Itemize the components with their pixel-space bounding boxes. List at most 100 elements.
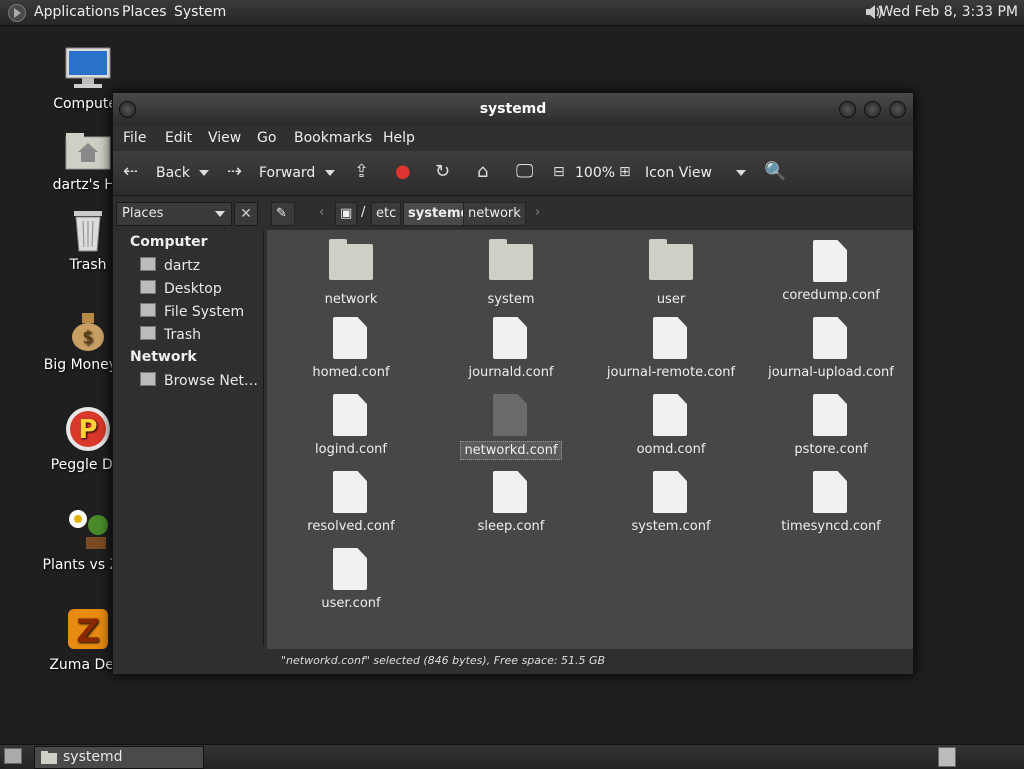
sidebar-item-label: Browse Net… <box>164 373 259 389</box>
edit-location-icon[interactable]: ✎ <box>271 202 295 226</box>
file-item[interactable]: user.conf <box>271 548 431 612</box>
clock[interactable]: Wed Feb 8, 3:33 PM <box>880 4 1018 20</box>
file-item[interactable]: journal-upload.conf <box>751 317 911 381</box>
file-name-label: coredump.conf <box>782 288 880 303</box>
file-item[interactable]: logind.conf <box>271 394 431 458</box>
sidebar: Computer dartz Desktop File System Trash… <box>113 230 264 646</box>
crumb-network[interactable]: network <box>463 202 526 226</box>
file-item[interactable]: system.conf <box>591 471 751 535</box>
zoom-in-icon[interactable]: ⊞ <box>619 163 631 181</box>
close-button[interactable] <box>889 101 906 118</box>
file-item[interactable]: timesyncd.conf <box>751 471 911 535</box>
sidebar-item-label: File System <box>164 304 245 320</box>
sidebar-item-trash[interactable]: Trash <box>140 326 201 343</box>
file-name-label: networkd.conf <box>460 441 562 460</box>
title-bar[interactable]: systemd <box>113 93 913 125</box>
home-folder-icon <box>64 125 112 173</box>
file-item[interactable]: homed.conf <box>271 317 431 381</box>
money-bag-icon: $ <box>64 305 112 353</box>
show-desktop-icon[interactable] <box>4 748 22 764</box>
folder-icon <box>649 239 693 286</box>
computer-icon <box>64 44 112 92</box>
crumb-root[interactable]: / <box>357 202 369 224</box>
search-icon[interactable]: 🔍 <box>764 163 786 181</box>
file-item[interactable]: journald.conf <box>431 317 591 381</box>
file-item[interactable]: networkd.conf <box>431 394 591 460</box>
computer-icon[interactable]: 🖵 <box>516 163 533 181</box>
file-name-label: user.conf <box>321 596 381 611</box>
close-icon[interactable]: ✕ <box>234 202 258 226</box>
sidebar-item-browse-network[interactable]: Browse Net… <box>140 372 258 389</box>
svg-text:P: P <box>78 415 97 445</box>
folder-icon <box>41 751 57 764</box>
places-combo[interactable]: Places <box>116 202 232 226</box>
up-icon[interactable]: ⇪ <box>354 163 369 181</box>
view-mode-select[interactable]: Icon View <box>645 165 712 181</box>
zoom-out-icon[interactable]: ⊟ <box>553 163 565 181</box>
forward-history-dropdown[interactable] <box>325 170 335 176</box>
places-menu[interactable]: Places <box>122 4 167 20</box>
sidebar-item-file-system[interactable]: File System <box>140 303 244 320</box>
file-name-label: homed.conf <box>312 365 390 380</box>
home-icon <box>140 257 156 271</box>
back-history-dropdown[interactable] <box>199 170 209 176</box>
desktop-icon <box>140 280 156 294</box>
sidebar-item-label: dartz <box>164 258 201 274</box>
file-name-label: system.conf <box>631 519 711 534</box>
file-view[interactable]: network system user coredump.conf homed.conf… <box>267 230 913 649</box>
system-menu[interactable]: System <box>174 4 226 20</box>
gnome-foot-icon[interactable] <box>8 4 26 22</box>
window-menu-button[interactable] <box>119 101 136 118</box>
folder-item[interactable]: system <box>431 239 591 308</box>
forward-button[interactable]: Forward <box>259 165 315 181</box>
top-panel: Applications Places System Wed Feb 8, 3:… <box>0 0 1024 26</box>
menu-edit[interactable]: Edit <box>165 130 192 146</box>
sidebar-item-dartz[interactable]: dartz <box>140 257 200 274</box>
sidebar-item-label: Desktop <box>164 281 222 297</box>
folder-item[interactable]: user <box>591 239 751 308</box>
back-arrow-icon[interactable]: ⇠ <box>123 163 138 181</box>
minimize-button[interactable] <box>839 101 856 118</box>
stop-icon[interactable]: ● <box>395 163 411 181</box>
maximize-button[interactable] <box>864 101 881 118</box>
file-item[interactable]: journal-remote.conf <box>591 317 751 381</box>
file-name-label: logind.conf <box>315 442 387 457</box>
document-icon <box>813 240 849 282</box>
document-icon <box>653 317 689 359</box>
file-item[interactable]: oomd.conf <box>591 394 751 458</box>
file-item[interactable]: coredump.conf <box>751 240 911 304</box>
applications-menu[interactable]: Applications <box>34 4 120 20</box>
file-name-label: journal-remote.conf <box>606 365 736 380</box>
file-item[interactable]: pstore.conf <box>751 394 911 458</box>
document-icon <box>493 394 529 436</box>
file-item[interactable]: sleep.conf <box>431 471 591 535</box>
document-icon <box>333 548 369 590</box>
crumb-right-arrow-icon[interactable]: › <box>531 202 544 224</box>
view-mode-dropdown[interactable] <box>736 170 746 176</box>
forward-arrow-icon[interactable]: ⇢ <box>227 163 242 181</box>
menu-help[interactable]: Help <box>383 130 415 146</box>
file-name-label: sleep.conf <box>477 519 545 534</box>
folder-icon <box>329 239 373 286</box>
sidebar-item-desktop[interactable]: Desktop <box>140 280 222 297</box>
workspace-switcher[interactable] <box>938 747 956 767</box>
crumb-drive-icon[interactable]: ▣ <box>335 202 357 226</box>
places-combo-label: Places <box>122 206 164 221</box>
crumb-left-arrow-icon[interactable]: ‹ <box>315 202 328 224</box>
home-icon[interactable]: ⌂ <box>477 163 488 181</box>
sidebar-header-computer: Computer <box>130 234 208 250</box>
folder-item[interactable]: network <box>271 239 431 308</box>
back-button[interactable]: Back <box>156 165 190 181</box>
file-name-label: system <box>487 292 535 307</box>
crumb-etc[interactable]: etc <box>371 202 402 226</box>
status-bar: "networkd.conf" selected (846 bytes), Fr… <box>267 649 913 673</box>
menu-view[interactable]: View <box>208 130 241 146</box>
menu-file[interactable]: File <box>123 130 146 146</box>
file-item[interactable]: resolved.conf <box>271 471 431 535</box>
location-bar: Places ✕ ✎ ‹ ▣ / etc systemd network › <box>113 196 913 230</box>
taskbar-item-systemd[interactable]: systemd <box>34 746 204 769</box>
zoom-level: 100% <box>575 165 616 181</box>
menu-bookmarks[interactable]: Bookmarks <box>294 130 372 146</box>
reload-icon[interactable]: ↻ <box>435 163 450 181</box>
menu-go[interactable]: Go <box>257 130 276 146</box>
